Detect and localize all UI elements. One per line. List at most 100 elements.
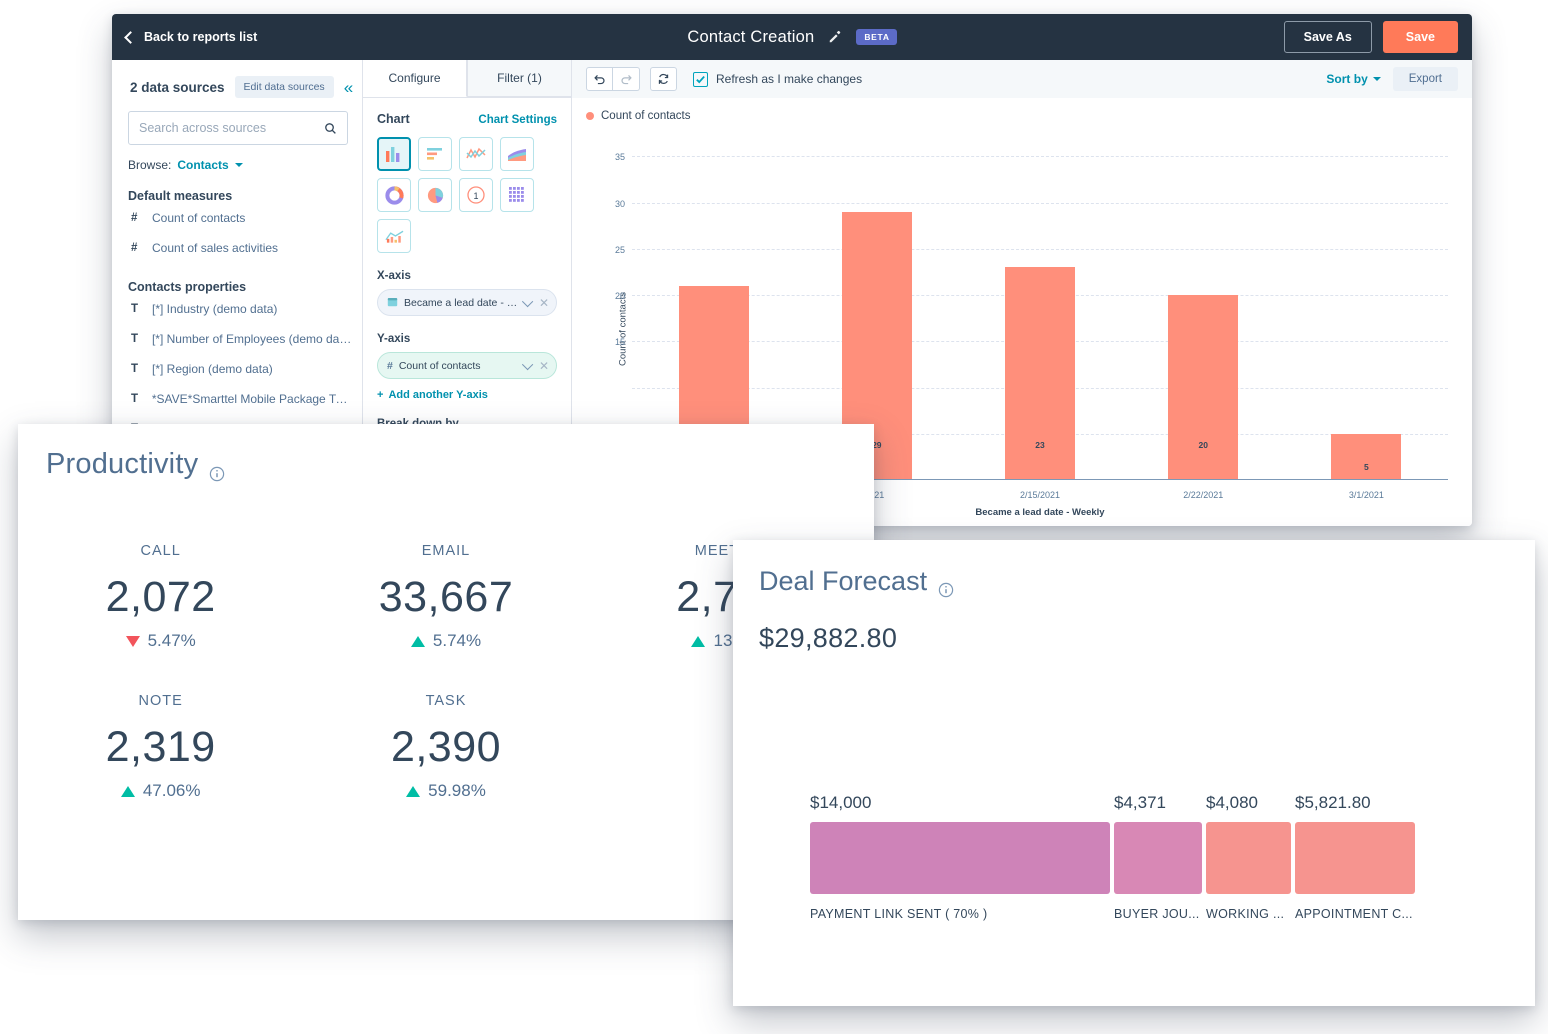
field-type-icon: T — [131, 303, 140, 315]
metric-value: 2,390 — [303, 723, 588, 772]
field-row[interactable]: T [*] Number of Employees (demo data) — [112, 324, 362, 354]
configure-body: Chart Chart Settings — [363, 98, 571, 464]
bar[interactable]: 5 — [1331, 434, 1401, 480]
area-chart-icon[interactable] — [500, 137, 534, 171]
table-chart-icon[interactable] — [500, 178, 534, 212]
metric-call: CALL 2,072 5.47% — [18, 543, 303, 651]
screenshot-root: Back to reports list Contact Creation BE… — [0, 0, 1548, 1034]
chart-toolbar: Refresh as I make changes Sort by Export — [572, 60, 1472, 98]
info-icon[interactable] — [938, 574, 954, 590]
close-icon[interactable]: ✕ — [539, 297, 549, 309]
close-icon[interactable]: ✕ — [539, 360, 549, 372]
tab-configure[interactable]: Configure — [363, 60, 467, 97]
line-chart-icon[interactable] — [459, 137, 493, 171]
contacts-properties-section: Contacts properties T [*] Industry (demo… — [112, 280, 362, 444]
field-row[interactable]: # Count of sales activities — [112, 233, 362, 263]
y-axis-title: Count of contacts — [617, 292, 628, 366]
sort-by-dropdown[interactable]: Sort by — [1326, 72, 1380, 86]
metric-email: EMAIL 33,667 5.74% — [303, 543, 588, 651]
y-tick-label: 25 — [615, 245, 625, 255]
funnel-value-labels: $14,000 $4,371 $4,080 $5,821.80 — [810, 793, 1498, 813]
search-across-sources-field[interactable] — [128, 111, 348, 145]
collapse-panel-icon[interactable]: « — [344, 79, 353, 96]
funnel-label: APPOINTMENT C... — [1295, 907, 1415, 921]
save-as-button[interactable]: Save As — [1284, 21, 1372, 53]
search-input[interactable] — [139, 121, 324, 135]
save-button[interactable]: Save — [1383, 21, 1458, 53]
bar[interactable]: 20 — [1168, 295, 1238, 480]
field-label: Count of sales activities — [152, 241, 278, 255]
export-button[interactable]: Export — [1393, 67, 1458, 91]
deal-forecast-funnel: $14,000 $4,371 $4,080 $5,821.80 PAYMENT … — [810, 793, 1498, 921]
x-axis-value: Became a lead date - Weekly — [404, 297, 519, 309]
beta-badge: BETA — [856, 29, 896, 45]
y-tick-label: 30 — [615, 199, 625, 209]
pie-chart-icon[interactable] — [418, 178, 452, 212]
metric-delta-value: 5.74% — [433, 631, 481, 651]
add-y-axis-label: Add another Y-axis — [388, 389, 487, 401]
funnel-segment[interactable] — [1206, 822, 1291, 894]
pencil-icon[interactable] — [828, 30, 842, 44]
undo-icon[interactable] — [586, 67, 613, 91]
add-another-y-axis-button[interactable]: + Add another Y-axis — [377, 389, 557, 401]
field-row[interactable]: T [*] Industry (demo data) — [112, 294, 362, 324]
page-title: Contact Creation — [687, 28, 814, 47]
default-measures-section: Default measures # Count of contacts # C… — [112, 189, 362, 263]
chart-section-header: Chart Chart Settings — [377, 112, 557, 126]
funnel-segment[interactable] — [1114, 822, 1202, 894]
single-number-icon[interactable]: 1 — [459, 178, 493, 212]
bar-value-label: 23 — [1005, 440, 1075, 450]
card-title: Deal Forecast — [759, 566, 927, 597]
refresh-icon[interactable] — [650, 67, 677, 91]
redo-icon[interactable] — [613, 67, 640, 91]
field-label: *SAVE*Smarttel Mobile Package Type — [152, 392, 352, 406]
funnel-segment[interactable] — [1295, 822, 1415, 894]
bar-slot: 23 — [958, 138, 1121, 480]
y-axis-field[interactable]: # Count of contacts ✕ — [377, 352, 557, 379]
metric-label: NOTE — [18, 693, 303, 709]
metric-delta: 47.06% — [18, 781, 303, 801]
svg-text:1: 1 — [473, 191, 478, 201]
trend-up-icon — [406, 786, 420, 797]
chart-settings-link[interactable]: Chart Settings — [478, 114, 557, 126]
metric-delta: 5.74% — [303, 631, 588, 651]
donut-chart-icon[interactable] — [377, 178, 411, 212]
x-tick-label: 3/1/2021 — [1285, 490, 1448, 500]
chevron-down-icon[interactable] — [522, 295, 533, 306]
chevron-down-icon[interactable] — [522, 358, 533, 369]
back-to-reports-list-link[interactable]: Back to reports list — [126, 30, 257, 44]
field-label: Count of contacts — [152, 211, 245, 225]
field-row[interactable]: T [*] Region (demo data) — [112, 354, 362, 384]
funnel-value: $5,821.80 — [1295, 793, 1415, 813]
x-axis-field[interactable]: Became a lead date - Weekly ✕ — [377, 289, 557, 316]
funnel-bars — [810, 822, 1498, 894]
field-label: [*] Industry (demo data) — [152, 302, 277, 316]
bar[interactable]: 23 — [1005, 267, 1075, 480]
metric-delta-value: 59.98% — [428, 781, 486, 801]
browse-object-dropdown[interactable]: Contacts — [177, 158, 228, 172]
metric-task: TASK 2,390 59.98% — [303, 693, 588, 801]
combo-chart-icon[interactable] — [377, 219, 411, 253]
trend-up-icon — [121, 786, 135, 797]
plus-icon: + — [377, 389, 383, 401]
trend-down-icon — [126, 636, 140, 647]
checkbox-box[interactable] — [693, 72, 708, 87]
y-tick-label: 20 — [615, 291, 625, 301]
tab-filter[interactable]: Filter (1) — [467, 60, 571, 97]
funnel-segment[interactable] — [810, 822, 1110, 894]
browse-label: Browse: — [128, 158, 171, 172]
horizontal-bar-chart-icon[interactable] — [418, 137, 452, 171]
field-row[interactable]: # Count of contacts — [112, 203, 362, 233]
refresh-as-i-make-changes-checkbox[interactable]: Refresh as I make changes — [693, 72, 862, 87]
funnel-value: $4,371 — [1114, 793, 1202, 813]
field-type-icon: T — [131, 363, 140, 375]
field-type-icon: # — [131, 242, 140, 254]
field-type-icon: # — [131, 212, 140, 224]
info-icon[interactable] — [209, 457, 225, 473]
edit-data-sources-button[interactable]: Edit data sources — [235, 76, 334, 98]
field-row[interactable]: T *SAVE*Smarttel Mobile Package Type — [112, 384, 362, 414]
vertical-bar-chart-icon[interactable] — [377, 137, 411, 171]
metric-label: EMAIL — [303, 543, 588, 559]
funnel-label: BUYER JOU... — [1114, 907, 1202, 921]
section-heading: Contacts properties — [128, 280, 362, 294]
